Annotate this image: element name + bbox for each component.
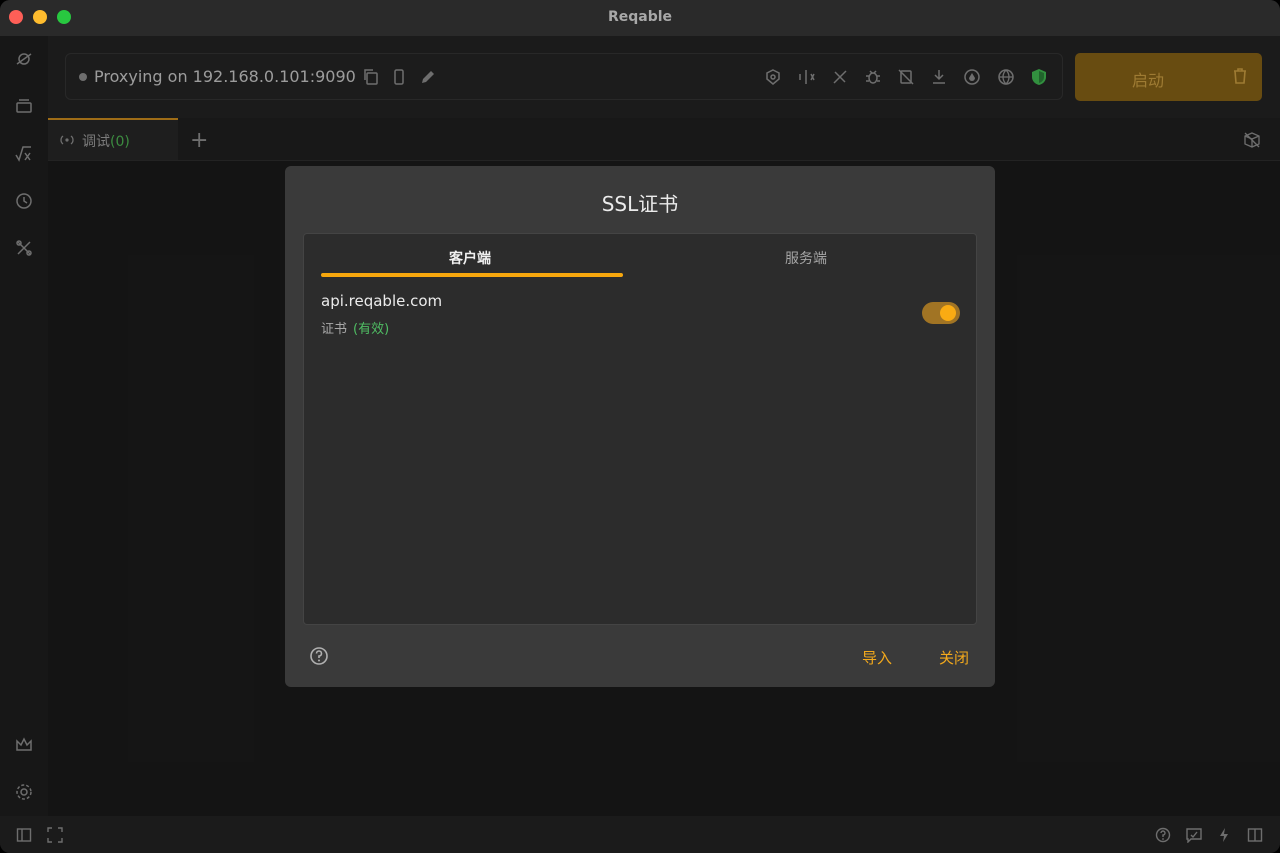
- close-button[interactable]: 关闭: [939, 647, 969, 668]
- dialog-title: SSL证书: [601, 192, 679, 216]
- certificate-enable-toggle[interactable]: [922, 302, 960, 324]
- app-window: Reqable Proxying on 192.168.0.101:9090 启…: [0, 0, 1280, 853]
- ssl-certificate-dialog: SSL证书: [285, 166, 995, 687]
- toggle-knob: [940, 305, 956, 321]
- certificate-domain: api.reqable.com: [321, 292, 443, 310]
- certificate-label: 证书 (有效): [321, 318, 389, 337]
- active-tab-indicator: [321, 273, 623, 277]
- tab-client[interactable]: 客户端: [449, 248, 491, 268]
- tab-server[interactable]: 服务端: [785, 248, 827, 268]
- cert-status: (有效): [353, 322, 390, 337]
- window-title: Reqable: [607, 9, 673, 25]
- import-button[interactable]: 导入: [862, 647, 892, 668]
- dialog-help-icon[interactable]: [309, 646, 329, 666]
- titlebar: Reqable: [0, 0, 1280, 36]
- cert-label-text: 证书: [321, 322, 348, 337]
